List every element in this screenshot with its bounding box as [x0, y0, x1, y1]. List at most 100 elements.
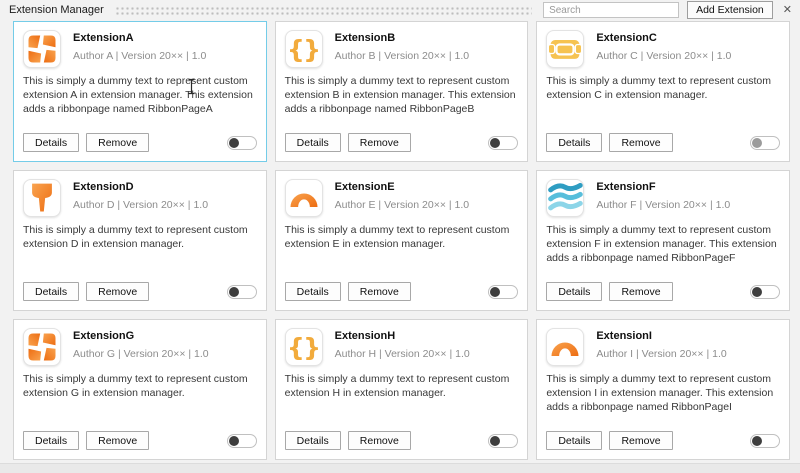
card-footer: Details Remove [546, 133, 780, 152]
braces-icon: {} [285, 328, 323, 366]
extension-description: This is simply a dummy text to represent… [23, 224, 257, 252]
extension-card[interactable]: ExtensionE Author E | Version 20×× | 1.0… [275, 170, 529, 311]
extension-author-line: Author D | Version 20×× | 1.0 [73, 199, 208, 211]
card-header: ExtensionA Author A | Version 20×× | 1.0 [23, 30, 257, 68]
grip-dots-pattern [115, 6, 532, 15]
toggle-switch[interactable] [488, 136, 518, 150]
extension-card[interactable]: ExtensionG Author G | Version 20×× | 1.0… [13, 319, 267, 460]
toggle-knob [490, 138, 500, 148]
extension-author-line: Author H | Version 20×× | 1.0 [335, 348, 470, 360]
card-footer: Details Remove [285, 282, 519, 301]
extension-author-line: Author I | Version 20×× | 1.0 [596, 348, 726, 360]
details-button[interactable]: Details [23, 133, 79, 152]
card-footer: Details Remove [285, 133, 519, 152]
extension-card[interactable]: ExtensionA Author A | Version 20×× | 1.0… [13, 21, 267, 162]
extension-card[interactable]: ExtensionI Author I | Version 20×× | 1.0… [536, 319, 790, 460]
remove-button[interactable]: Remove [86, 431, 149, 450]
toggle-switch[interactable] [227, 434, 257, 448]
bottom-strip [0, 463, 800, 473]
card-footer: Details Remove [285, 431, 519, 450]
svg-text:}: } [303, 333, 321, 362]
toggle-switch[interactable] [750, 136, 780, 150]
remove-button[interactable]: Remove [609, 133, 672, 152]
remove-button[interactable]: Remove [609, 282, 672, 301]
arch-icon [285, 179, 323, 217]
title-bar: Extension Manager Add Extension ✕ [0, 0, 800, 20]
extension-author-line: Author F | Version 20×× | 1.0 [596, 199, 730, 211]
toggle-knob [490, 287, 500, 297]
arch-icon [546, 328, 584, 366]
waves-icon [546, 179, 584, 217]
extension-title: ExtensionH [335, 328, 470, 342]
extension-card[interactable]: ExtensionC Author C | Version 20×× | 1.0… [536, 21, 790, 162]
toggle-knob [752, 287, 762, 297]
toggle-knob [490, 436, 500, 446]
extension-author-line: Author G | Version 20×× | 1.0 [73, 348, 209, 360]
extension-author-line: Author A | Version 20×× | 1.0 [73, 50, 206, 62]
details-button[interactable]: Details [285, 133, 341, 152]
search-input[interactable] [543, 2, 679, 18]
toggle-switch[interactable] [750, 285, 780, 299]
close-icon[interactable]: ✕ [783, 5, 792, 16]
extension-author-line: Author C | Version 20×× | 1.0 [596, 50, 731, 62]
extension-title: ExtensionD [73, 179, 208, 193]
card-header: ExtensionG Author G | Version 20×× | 1.0 [23, 328, 257, 366]
remove-button[interactable]: Remove [609, 431, 672, 450]
toggle-knob [752, 138, 762, 148]
card-footer: Details Remove [23, 133, 257, 152]
remove-button[interactable]: Remove [348, 133, 411, 152]
extension-card[interactable]: {} ExtensionB Author B | Version 20×× | … [275, 21, 529, 162]
card-header: ExtensionC Author C | Version 20×× | 1.0 [546, 30, 780, 68]
details-button[interactable]: Details [546, 133, 602, 152]
trowel-icon [23, 179, 61, 217]
extension-title: ExtensionB [335, 30, 469, 44]
card-header: {} ExtensionH Author H | Version 20×× | … [285, 328, 519, 366]
card-footer: Details Remove [546, 282, 780, 301]
toggle-switch[interactable] [488, 285, 518, 299]
extension-title: ExtensionE [335, 179, 469, 193]
toggle-switch[interactable] [227, 285, 257, 299]
extension-author-line: Author B | Version 20×× | 1.0 [335, 50, 469, 62]
extension-description: This is simply a dummy text to represent… [546, 75, 780, 103]
remove-button[interactable]: Remove [86, 282, 149, 301]
card-footer: Details Remove [546, 431, 780, 450]
extension-title: ExtensionF [596, 179, 730, 193]
extension-card[interactable]: {} ExtensionH Author H | Version 20×× | … [275, 319, 529, 460]
card-header: ExtensionI Author I | Version 20×× | 1.0 [546, 328, 780, 366]
remove-button[interactable]: Remove [86, 133, 149, 152]
toggle-switch[interactable] [227, 136, 257, 150]
card-header: {} ExtensionB Author B | Version 20×× | … [285, 30, 519, 68]
svg-text:}: } [303, 35, 321, 64]
extension-description: This is simply a dummy text to represent… [23, 75, 257, 117]
extension-description: This is simply a dummy text to represent… [23, 373, 257, 401]
details-button[interactable]: Details [546, 431, 602, 450]
details-button[interactable]: Details [23, 431, 79, 450]
remove-button[interactable]: Remove [348, 431, 411, 450]
details-button[interactable]: Details [285, 282, 341, 301]
toggle-knob [229, 436, 239, 446]
add-extension-button[interactable]: Add Extension [687, 1, 773, 19]
extension-description: This is simply a dummy text to represent… [546, 373, 780, 415]
card-header: ExtensionF Author F | Version 20×× | 1.0 [546, 179, 780, 217]
toggle-switch[interactable] [488, 434, 518, 448]
extension-card[interactable]: ExtensionD Author D | Version 20×× | 1.0… [13, 170, 267, 311]
text-cursor [186, 78, 197, 95]
brick-icon [546, 30, 584, 68]
extension-description: This is simply a dummy text to represent… [285, 373, 519, 401]
details-button[interactable]: Details [285, 431, 341, 450]
toggle-knob [752, 436, 762, 446]
extension-description: This is simply a dummy text to represent… [285, 224, 519, 252]
extension-author-line: Author E | Version 20×× | 1.0 [335, 199, 469, 211]
extension-title: ExtensionA [73, 30, 206, 44]
card-header: ExtensionE Author E | Version 20×× | 1.0 [285, 179, 519, 217]
details-button[interactable]: Details [546, 282, 602, 301]
details-button[interactable]: Details [23, 282, 79, 301]
extension-description: This is simply a dummy text to represent… [546, 224, 780, 266]
toggle-switch[interactable] [750, 434, 780, 448]
extension-card[interactable]: ExtensionF Author F | Version 20×× | 1.0… [536, 170, 790, 311]
svg-text:{: { [287, 333, 305, 362]
remove-button[interactable]: Remove [348, 282, 411, 301]
extension-title: ExtensionG [73, 328, 209, 342]
pinwheel-icon [23, 328, 61, 366]
extension-description: This is simply a dummy text to represent… [285, 75, 519, 117]
